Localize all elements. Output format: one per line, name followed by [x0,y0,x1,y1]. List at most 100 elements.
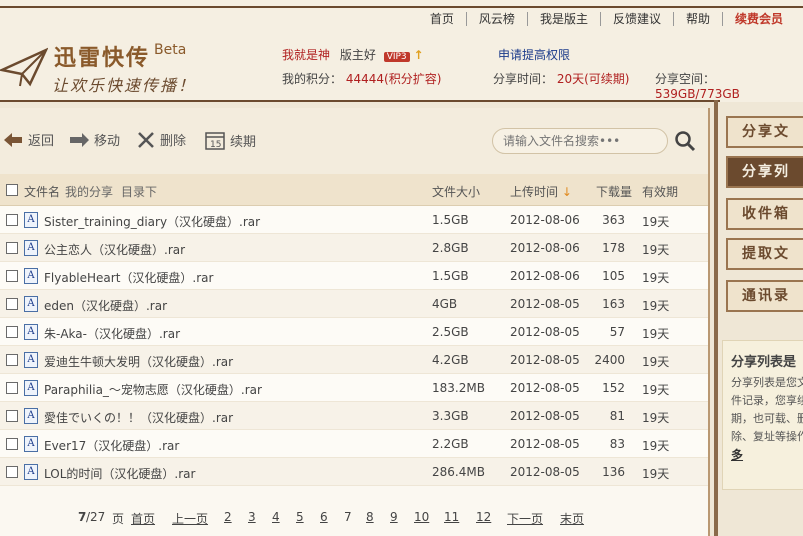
row-checkbox[interactable] [6,214,18,226]
row-checkbox[interactable] [6,438,18,450]
share-time: 分享时间： 20天(可续期) [493,70,629,87]
search-icon[interactable] [674,130,696,152]
nav-help[interactable]: 帮助 [672,12,722,26]
download-count: 163 [602,297,625,311]
file-name[interactable]: Ever17（汉化硬盘）.rar [44,437,179,454]
file-size: 1.5GB [432,213,469,227]
row-checkbox[interactable] [6,270,18,282]
col-upload-time-label: 上传时间 [510,185,559,199]
col-downloads[interactable]: 下载量 [596,183,632,200]
nav-feedback[interactable]: 反馈建议 [599,12,673,26]
row-checkbox[interactable] [6,326,18,338]
table-row[interactable]: A Sister_training_diary（汉化硬盘）.rar 1.5GB 201… [0,206,708,234]
row-checkbox[interactable] [6,354,18,366]
pager-next[interactable]: 下一页 [507,510,543,527]
nav-moderator[interactable]: 我是版主 [526,12,600,26]
download-count: 363 [602,213,625,227]
file-name[interactable]: LOL的时间（汉化硬盘）.rar [44,465,195,482]
row-checkbox[interactable] [6,466,18,478]
validity: 19天 [642,383,670,397]
table-row[interactable]: A 愛佳でいくの！！（汉化硬盘）.rar 3.3GB 2012-08-05 81 19天 [0,402,708,430]
table-row[interactable]: A LOL的时间（汉化硬盘）.rar 286.4MB 2012-08-05 136 19天 [0,458,708,486]
table-row[interactable]: A 朱-Aka-（汉化硬盘）.rar 2.5GB 2012-08-05 57 19天 [0,318,708,346]
file-name[interactable]: FlyableHeart（汉化硬盘）.rar [44,269,213,286]
table-row[interactable]: A 爱迪生牛顿大发明（汉化硬盘）.rar 4.2GB 2012-08-05 2400 19… [0,346,708,374]
renew-button[interactable]: 15 续期 [204,130,256,150]
pager-prev[interactable]: 上一页 [172,510,208,527]
logo-title[interactable]: 迅雷快传 [54,40,150,72]
sidebar-share-file[interactable]: 分享文 [726,116,803,148]
col-upload-time[interactable]: 上传时间 ↓ [510,183,572,200]
file-name[interactable]: 愛佳でいくの！！（汉化硬盘）.rar [44,409,233,426]
download-count: 81 [609,409,625,423]
pager-page-5[interactable]: 5 [296,510,304,524]
col-filesize[interactable]: 文件大小 [432,183,480,200]
pager-page-3[interactable]: 3 [248,510,256,524]
back-button[interactable]: 返回 [2,130,54,149]
file-name[interactable]: 公主恋人（汉化硬盘）.rar [44,241,185,258]
nav-home[interactable]: 首页 [418,12,466,26]
table-row[interactable]: A FlyableHeart（汉化硬盘）.rar 1.5GB 2012-08-06 10… [0,262,708,290]
pager-last[interactable]: 末页 [560,510,584,527]
validity: 19天 [642,327,670,341]
sidebar-share-list[interactable]: 分享列 [726,156,803,188]
move-button[interactable]: 移动 [68,130,120,149]
sidebar-contacts[interactable]: 通讯录 [726,280,803,312]
pager-first[interactable]: 首页 [131,510,155,527]
file-name[interactable]: Sister_training_diary（汉化硬盘）.rar [44,213,260,230]
pager-page-9[interactable]: 9 [390,510,398,524]
pager-page-10[interactable]: 10 [414,510,429,524]
delete-button[interactable]: 删除 [136,130,186,149]
breadcrumb-my-share[interactable]: 我的分享 [65,183,113,200]
file-size: 183.2MB [432,381,485,395]
sidebar-divider [714,100,718,536]
validity: 19天 [642,215,670,229]
file-size: 2.2GB [432,437,469,451]
apply-permission-link[interactable]: 申请提高权限 [498,46,570,63]
nav-ranking[interactable]: 风云榜 [465,12,527,26]
file-name[interactable]: eden（汉化硬盘）.rar [44,297,167,314]
pager-page-11[interactable]: 11 [444,510,459,524]
move-label: 移动 [94,134,121,149]
col-validity[interactable]: 有效期 [642,183,678,200]
search-input[interactable] [492,128,668,154]
file-size: 4.2GB [432,353,469,367]
sidebar-extract-file[interactable]: 提取文 [726,238,803,270]
pager-page-12[interactable]: 12 [476,510,491,524]
validity: 19天 [642,243,670,257]
pager-page-6[interactable]: 6 [320,510,328,524]
archive-file-icon: A [24,268,38,284]
share-time-value[interactable]: 20天(可续期) [557,72,630,86]
table-row[interactable]: A 公主恋人（汉化硬盘）.rar 2.8GB 2012-08-06 178 19天 [0,234,708,262]
table-row[interactable]: A Paraphilia_～宠物志愿（汉化硬盘）.rar 183.2MB 2012-0… [0,374,708,402]
calendar-icon: 15 [205,132,225,150]
pager-page-8[interactable]: 8 [366,510,374,524]
upload-time: 2012-08-05 [510,409,580,423]
sidebar-inbox[interactable]: 收件箱 [726,198,803,230]
row-checkbox[interactable] [6,298,18,310]
row-checkbox[interactable] [6,242,18,254]
pager-page-4[interactable]: 4 [272,510,280,524]
delete-label: 删除 [160,134,187,149]
user-role: 版主好 [339,48,376,62]
toolbar: 返回 移动 删除 15 续期 [0,108,708,174]
col-filename: 文件名 [24,185,61,199]
nav-renew-membership[interactable]: 续费会员 [721,12,795,26]
score-value[interactable]: 44444(积分扩容) [346,72,442,86]
right-sidebar: 分享文 分享列 收件箱 提取文 通讯录 分享列表是 分享列表是您文件记录，您享续… [714,100,803,536]
file-name[interactable]: 朱-Aka-（汉化硬盘）.rar [44,325,180,342]
archive-file-icon: A [24,296,38,312]
download-count: 83 [609,437,625,451]
note-more-link[interactable]: 多 [731,448,743,462]
select-all-checkbox[interactable] [6,184,18,196]
table-row[interactable]: A Ever17（汉化硬盘）.rar 2.2GB 2012-08-05 83 19天 [0,430,708,458]
pager-page-2[interactable]: 2 [224,510,232,524]
upgrade-arrow-icon[interactable]: ↑ [413,48,423,62]
table-row[interactable]: Aeden（汉化硬盘）.rar 4GB 2012-08-05 163 19天 [0,290,708,318]
file-name[interactable]: 爱迪生牛顿大发明（汉化硬盘）.rar [44,353,233,370]
row-checkbox[interactable] [6,382,18,394]
row-checkbox[interactable] [6,410,18,422]
user-name[interactable]: 我就是神 [282,48,330,62]
top-nav-list: 首页 风云榜 我是版主 反馈建议 帮助 续费会员 [418,12,795,26]
file-name[interactable]: Paraphilia_～宠物志愿（汉化硬盘）.rar [44,381,262,398]
